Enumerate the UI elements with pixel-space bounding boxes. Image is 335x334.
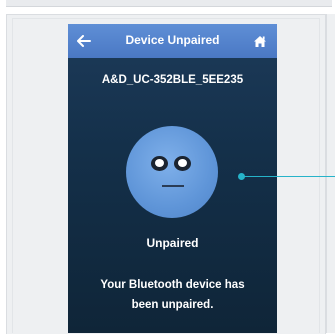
phone-screen: Device Unpaired A&D_UC-352BLE_5EE235 Unp… [68,24,277,333]
top-divider [6,0,332,7]
status-label: Unpaired [146,236,199,250]
home-icon [254,35,266,47]
left-eye [151,156,168,171]
back-button[interactable] [74,31,94,51]
arrow-left-icon [77,35,91,47]
status-message: Your Bluetooth device has been unpaired. [100,279,245,311]
screen-title: Device Unpaired [125,33,220,47]
right-eye [174,156,191,171]
app-header: Device Unpaired [68,24,277,58]
device-name: A&D_UC-352BLE_5EE235 [101,74,244,86]
mouth [162,185,184,187]
callout-line [244,176,335,177]
home-button[interactable] [251,32,269,50]
sad-face-icon [126,126,218,218]
adjacent-panel [326,14,335,333]
